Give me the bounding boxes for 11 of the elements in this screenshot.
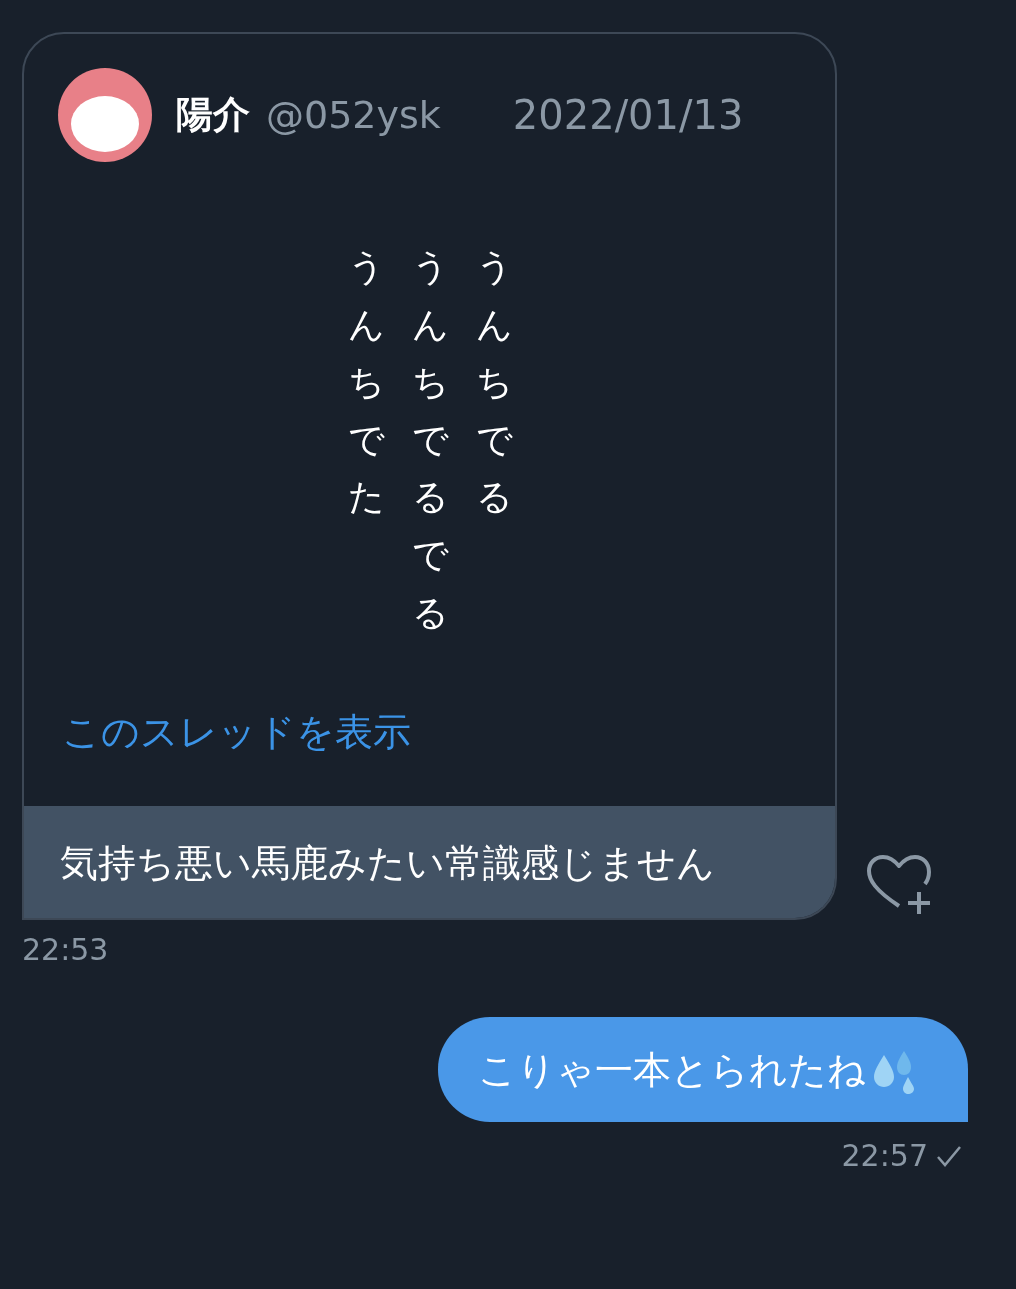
message-text: 気持ち悪い馬鹿みたい常識感じません bbox=[24, 806, 835, 919]
tweet-text: うんちでる bbox=[476, 245, 512, 520]
author-handle: @052ysk bbox=[266, 93, 441, 137]
tweet-text: うんちでた bbox=[348, 245, 384, 520]
message-text: こりゃ一本とられたね bbox=[478, 1047, 866, 1095]
tweet-text: うんちでるでる bbox=[412, 245, 448, 635]
author-name: 陽介 bbox=[176, 92, 250, 138]
message-time: 22:53 bbox=[22, 932, 110, 968]
show-thread-link[interactable]: このスレッドを表示 bbox=[62, 707, 835, 759]
message-time: 22:57 bbox=[841, 1138, 928, 1174]
tweet-date: 2022/01/13 bbox=[512, 92, 744, 138]
